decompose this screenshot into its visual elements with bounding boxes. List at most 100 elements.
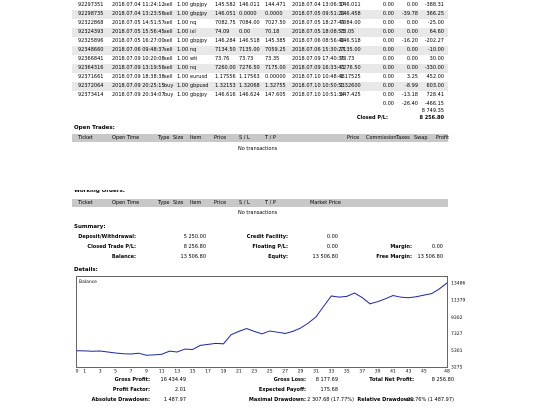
profit-factor-label: Profit Factor: [112, 387, 150, 393]
cell-tp: 145.385 [265, 38, 286, 44]
cell-swap: 0.00 [406, 20, 418, 26]
balance-point [377, 301, 379, 303]
table-row: 92348660 2018.07.06 09:48:37 sell 1.00 nq 713… [72, 46, 448, 55]
cell-commission: 0.00 [382, 56, 394, 62]
cell-tp: 7175.00 [265, 65, 286, 71]
cell-swap: 0.00 [406, 47, 418, 53]
cell-type: buy [164, 83, 174, 89]
table-row: 92364316 2018.07.09 13:19:56 sell 1.00 nq 726… [72, 64, 448, 73]
total-interim: -466.15 [424, 101, 444, 107]
balance-point [300, 327, 301, 329]
closed-pl-label: Closed P/L: [356, 115, 388, 121]
total-net-label: Total Net Profit: [369, 377, 414, 383]
open-trades-header: Ticket Open Time Type Size Item Price S … [72, 134, 449, 142]
cell-tp: 147.605 [265, 92, 286, 98]
cell-open-price: 146.051 [215, 11, 236, 17]
open-trades-empty: No transactions [238, 146, 278, 152]
cell-close-price: 7135.00 [340, 47, 361, 53]
summary-title: Summary: [74, 224, 106, 230]
working-orders-title: Working Orders: [74, 190, 125, 194]
total-commission: 0.00 [382, 101, 394, 107]
x-tick-label: 9 [145, 369, 148, 374]
abs-drawdown-value: 1 487.97 [163, 397, 186, 403]
cell-profit: 64.60 [429, 29, 444, 35]
balance-point [176, 351, 178, 353]
balance-point [253, 330, 255, 332]
cell-ticket: 92372064 [78, 83, 104, 89]
cell-sl: 7084.00 [239, 20, 260, 26]
cell-ticket: 92298735 [78, 11, 104, 17]
x-tick-label: 15 [190, 369, 196, 374]
cell-close-price: 1.17525 [340, 74, 361, 80]
cell-open-price: 145.582 [215, 2, 236, 8]
cell-open-time: 2018.07.09 13:19:56 [112, 65, 165, 71]
col-taxes: Taxes [396, 135, 410, 141]
balance-point [438, 288, 440, 290]
balance-point [223, 343, 224, 345]
x-tick-label: 1 [83, 369, 86, 374]
equity-value: 13 506.80 [312, 254, 338, 260]
cell-ticket: 92322868 [78, 20, 104, 26]
balance-point [138, 352, 140, 354]
cell-commission: 0.00 [382, 47, 394, 53]
closed-pl-row: Closed P/L: 8 256.80 [72, 115, 448, 124]
cell-profit: 366.25 [426, 11, 445, 17]
cell-sl: 73.73 [239, 56, 254, 62]
cell-open-time: 2018.07.05 15:56:45 [112, 29, 165, 35]
working-orders-empty: No transactions [238, 210, 278, 216]
balance-point [230, 334, 232, 336]
cell-sl: 0.00 [239, 29, 251, 35]
cell-close-time: 2018.07.10 10:48:48 [292, 74, 345, 80]
cell-profit: 30.00 [429, 56, 444, 62]
deposit-label: Deposit/Withdrawal: [78, 234, 136, 240]
gross-loss-label: Gross Loss: [273, 377, 306, 383]
balance-point [130, 353, 132, 355]
balance-point [408, 297, 409, 299]
cell-open-time: 2018.07.05 16:27:00 [112, 38, 165, 44]
y-tick-label: 11379 [451, 298, 465, 304]
table-row: 92325896 2018.07.05 16:27:00 sell 1.00 gbpjp… [72, 37, 448, 46]
cell-size: 1.00 [177, 74, 189, 80]
cell-profit: -25.00 [427, 20, 444, 26]
cell-profit: 452.00 [426, 74, 445, 80]
cell-close-time: 2018.07.04 13:06:37 [292, 2, 345, 8]
cell-open-price: 7134.50 [215, 47, 236, 53]
x-tick-label: 48 [444, 369, 450, 374]
floating-value: 0.00 [326, 244, 338, 250]
expected-payoff-value: 175.68 [320, 387, 339, 393]
col-swap: Swap [414, 135, 428, 141]
col-tp: T / P [265, 200, 276, 206]
balance-point [369, 303, 371, 305]
cell-swap: 0.00 [406, 65, 418, 71]
balance-point [284, 333, 286, 334]
cell-swap: 0.00 [406, 29, 418, 35]
expected-payoff-label: Expected Payoff: [258, 387, 306, 393]
total-profit: 8 749.35 [421, 108, 444, 114]
cell-close-price: 73.05 [340, 29, 355, 35]
abs-drawdown-label: Absolute Drawdown: [91, 397, 150, 403]
cell-open-price: 146.616 [215, 92, 236, 98]
x-tick-label: 37 [359, 369, 365, 374]
cell-open-price: 146.284 [215, 38, 236, 44]
table-row: 92322868 2018.07.05 14:51:57 sell 1.00 nq 708… [72, 19, 448, 28]
balance-point [292, 330, 294, 332]
cell-ticket: 92324393 [78, 29, 104, 35]
gross-profit-value: 16 434.49 [160, 377, 186, 383]
cell-close-price: 1.32600 [340, 83, 361, 89]
cell-open-time: 2018.07.05 14:51:57 [112, 20, 165, 26]
col-market-price: Market Price [310, 200, 341, 206]
cell-close-price: 147.425 [340, 92, 361, 98]
balance-point [145, 354, 147, 356]
working-orders-header: Ticket Open Time Type Size Item Price S … [72, 199, 448, 207]
cell-close-time: 2018.07.05 18:08:53 [292, 29, 345, 35]
cell-type: sell [164, 2, 173, 8]
cell-open-time: 2018.07.09 18:38:38 [112, 74, 165, 80]
cell-size: 1.00 [177, 47, 189, 53]
x-tick-label: 27 [282, 369, 288, 374]
cell-swap: -13.18 [401, 92, 418, 98]
cell-swap: 3.25 [406, 74, 418, 80]
cell-commission: 0.00 [382, 20, 394, 26]
col-sl: S / L [239, 135, 250, 141]
credit-label: Credit Facility: [246, 234, 288, 240]
cell-profit: -388.31 [424, 2, 444, 8]
